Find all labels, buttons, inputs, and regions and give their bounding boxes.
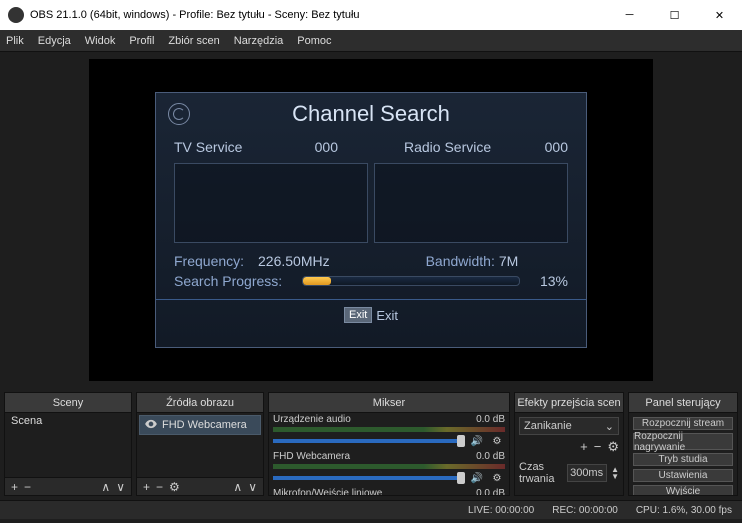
menu-narzedzia[interactable]: Narzędzia — [234, 35, 284, 47]
remove-source-button[interactable]: − — [156, 480, 163, 494]
titlebar: OBS 21.1.0 (64bit, windows) - Profile: B… — [0, 0, 742, 30]
panel-logo-icon — [168, 103, 190, 125]
panel-title: Channel Search — [292, 101, 450, 127]
window-title: OBS 21.1.0 (64bit, windows) - Profile: B… — [30, 9, 360, 21]
exit-text: Exit — [376, 308, 398, 323]
mixer-channel-db: 0.0 dB — [476, 414, 505, 426]
transition-selected: Zanikanie — [524, 420, 572, 432]
mixer-channel: FHD Webcamera 0.0 dB 🔊⚙ — [269, 450, 509, 487]
add-source-button[interactable]: + — [143, 480, 150, 494]
duration-input[interactable] — [567, 464, 607, 482]
mixer-channel-name: FHD Webcamera — [273, 451, 350, 463]
tv-service-value: 000 — [288, 139, 338, 155]
source-up-button[interactable]: ∧ — [233, 480, 242, 494]
status-cpu: CPU: 1.6%, 30.00 fps — [636, 505, 732, 516]
mixer-channel: Mikrofon/Wejście liniowe0.0 dB🔊⚙ — [269, 487, 509, 495]
start-record-button[interactable]: Rozpocznij nagrywanie — [633, 433, 733, 450]
menu-widok[interactable]: Widok — [85, 35, 116, 47]
maximize-button[interactable]: ☐ — [652, 0, 697, 30]
transitions-dock: Efekty przejścia scen Zanikanie ⌄ + − ⚙ … — [514, 392, 624, 496]
menu-zbior-scen[interactable]: Zbiór scen — [168, 35, 219, 47]
scenes-dock: Sceny Scena + − ∧ ∨ — [4, 392, 132, 496]
sources-dock: Źródła obrazu FHD Webcamera + − ⚙ ∧ ∨ — [136, 392, 264, 496]
radio-service-box — [374, 163, 568, 243]
mixer-header: Mikser — [269, 393, 509, 413]
remove-scene-button[interactable]: − — [24, 480, 31, 494]
add-transition-button[interactable]: + — [580, 439, 588, 455]
channel-search-panel: Channel Search TV Service 000 Radio Serv… — [155, 92, 587, 348]
studio-mode-button[interactable]: Tryb studia — [633, 453, 733, 466]
exit-button[interactable]: Exit — [344, 307, 372, 323]
start-stream-button[interactable]: Rozpocznij stream — [633, 417, 733, 430]
duration-stepper[interactable]: ▲▼ — [611, 466, 619, 480]
transitions-header: Efekty przejścia scen — [515, 393, 623, 413]
remove-transition-button[interactable]: − — [594, 439, 602, 455]
volume-slider[interactable] — [273, 476, 465, 480]
duration-label: Czas trwania — [519, 461, 563, 485]
scene-down-button[interactable]: ∨ — [116, 480, 125, 494]
menu-plik[interactable]: Plik — [6, 35, 24, 47]
preview-canvas[interactable]: Channel Search TV Service 000 Radio Serv… — [89, 59, 653, 381]
menu-profil[interactable]: Profil — [129, 35, 154, 47]
mixer-channel-name: Urządzenie audio — [273, 414, 351, 426]
audio-meter — [273, 464, 505, 469]
bandwidth-label: Bandwidth: — [426, 253, 495, 269]
chevron-down-icon: ⌄ — [605, 420, 614, 433]
frequency-label: Frequency: — [174, 253, 254, 269]
source-settings-button[interactable]: ⚙ — [169, 480, 180, 494]
controls-header: Panel sterujący — [629, 393, 737, 413]
app-icon — [8, 7, 24, 23]
progress-bar — [302, 276, 520, 286]
controls-dock: Panel sterujący Rozpocznij stream Rozpoc… — [628, 392, 738, 496]
bandwidth-value: 7M — [499, 253, 518, 269]
audio-meter — [273, 427, 505, 432]
settings-button[interactable]: Ustawienia — [633, 469, 733, 482]
scene-up-button[interactable]: ∧ — [101, 480, 110, 494]
speaker-icon[interactable]: 🔊 — [469, 470, 485, 486]
source-label: FHD Webcamera — [162, 419, 247, 431]
mixer-channel-db: 0.0 dB — [476, 451, 505, 463]
speaker-icon[interactable]: 🔊 — [469, 433, 485, 449]
status-live: LIVE: 00:00:00 — [468, 505, 534, 516]
visibility-icon[interactable] — [144, 417, 158, 434]
gear-icon[interactable]: ⚙ — [489, 433, 505, 449]
transition-select[interactable]: Zanikanie ⌄ — [519, 417, 619, 435]
source-item[interactable]: FHD Webcamera — [139, 415, 261, 435]
add-scene-button[interactable]: + — [11, 480, 18, 494]
gear-icon[interactable]: ⚙ — [489, 470, 505, 486]
menu-edycja[interactable]: Edycja — [38, 35, 71, 47]
preview-area: Channel Search TV Service 000 Radio Serv… — [0, 52, 742, 388]
source-down-button[interactable]: ∨ — [248, 480, 257, 494]
mixer-channel-db: 0.0 dB — [476, 488, 505, 495]
tv-service-label: TV Service — [174, 139, 284, 155]
mixer-dock: Mikser Urządzenie audio0.0 dB🔊⚙FHD Webca… — [268, 392, 510, 496]
status-rec: REC: 00:00:00 — [552, 505, 618, 516]
scene-item[interactable]: Scena — [5, 413, 131, 431]
frequency-value: 226.50MHz — [258, 253, 330, 269]
menu-pomoc[interactable]: Pomoc — [297, 35, 331, 47]
radio-service-value: 000 — [518, 139, 568, 155]
menubar: Plik Edycja Widok Profil Zbiór scen Narz… — [0, 30, 742, 52]
exit-app-button[interactable]: Wyjście — [633, 485, 733, 495]
mixer-channel: Urządzenie audio 0.0 dB 🔊⚙ — [269, 413, 509, 450]
minimize-button[interactable]: ─ — [607, 0, 652, 30]
transition-settings-button[interactable]: ⚙ — [607, 439, 619, 455]
mixer-channel-name: Mikrofon/Wejście liniowe — [273, 488, 382, 495]
tv-service-box — [174, 163, 368, 243]
progress-value: 13% — [528, 273, 568, 289]
close-button[interactable]: ✕ — [697, 0, 742, 30]
volume-slider[interactable] — [273, 439, 465, 443]
scenes-header: Sceny — [5, 393, 131, 413]
statusbar: LIVE: 00:00:00 REC: 00:00:00 CPU: 1.6%, … — [0, 500, 742, 519]
radio-service-label: Radio Service — [404, 139, 514, 155]
progress-label: Search Progress: — [174, 273, 294, 289]
sources-header: Źródła obrazu — [137, 393, 263, 413]
